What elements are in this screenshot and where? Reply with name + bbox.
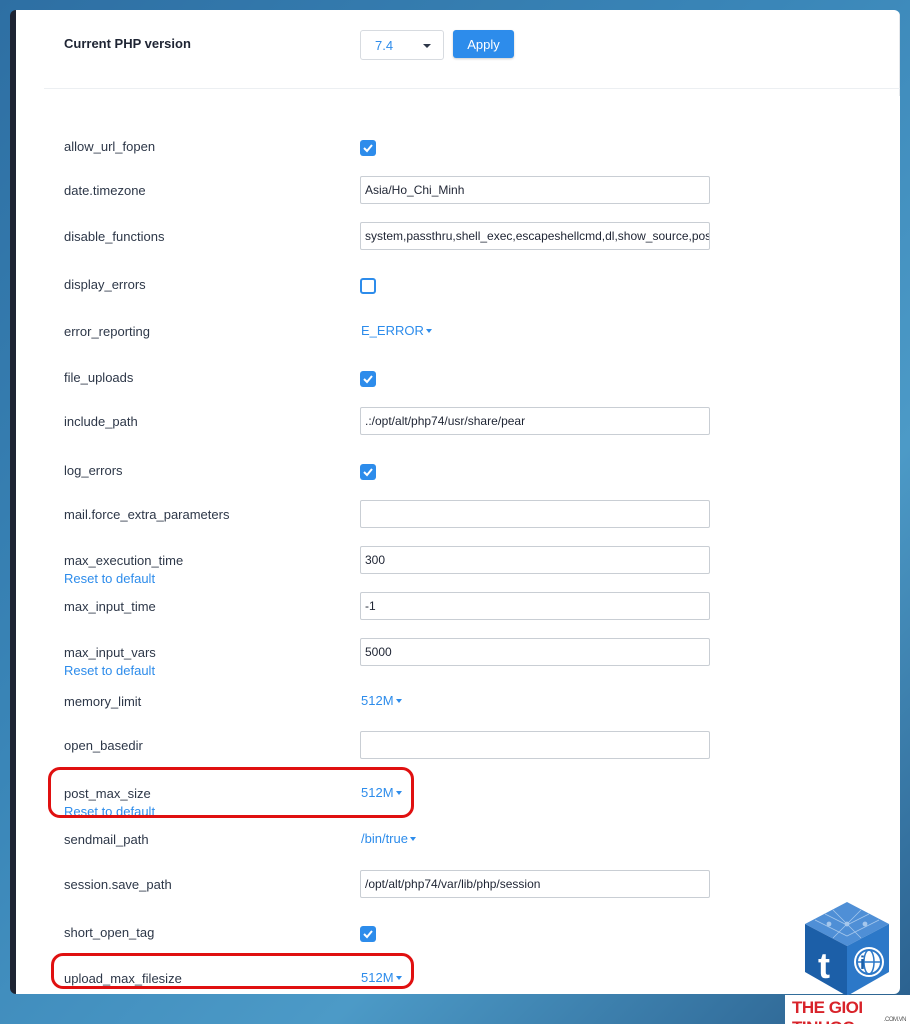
php-version-value: 7.4 (375, 38, 394, 53)
input-session-save-path[interactable]: /opt/alt/php74/var/lib/php/session (360, 870, 710, 898)
option-label-disable-functions: disable_functions (64, 229, 165, 244)
input-disable-functions[interactable]: system,passthru,shell_exec,escapeshellcm… (360, 222, 710, 250)
option-label-session-save-path: session.save_path (64, 877, 172, 892)
option-label-display-errors: display_errors (64, 277, 146, 292)
check-icon (363, 468, 373, 477)
reset-to-default-link[interactable]: Reset to default (64, 663, 155, 678)
option-label-open-basedir: open_basedir (64, 738, 143, 753)
php-version-select[interactable]: 7.4 (360, 30, 444, 60)
highlight-upload-max-filesize (51, 953, 414, 989)
php-selector-window: Current PHP version 7.4 Apply allow_url_… (10, 10, 900, 994)
option-label-memory-limit: memory_limit (64, 694, 142, 709)
svg-text:t: t (818, 945, 830, 986)
dropdown-value: 512M (361, 693, 394, 708)
checkbox-log-errors[interactable] (360, 464, 376, 480)
input-include-path[interactable]: .:/opt/alt/php74/usr/share/pear (360, 407, 710, 435)
current-php-version-label: Current PHP version (64, 36, 191, 51)
option-label-max-input-vars: max_input_vars (64, 645, 156, 660)
input-max-input-vars[interactable]: 5000 (360, 638, 710, 666)
option-label-mail-force-extra-parameters: mail.force_extra_parameters (64, 507, 230, 522)
caret-down-icon (395, 699, 402, 703)
dropdown-error-reporting[interactable]: E_ERROR (361, 323, 432, 338)
svg-text:i: i (860, 953, 865, 973)
option-label-file-uploads: file_uploads (64, 370, 134, 385)
option-label-include-path: include_path (64, 414, 138, 429)
option-label-error-reporting: error_reporting (64, 324, 150, 339)
option-label-max-input-time: max_input_time (64, 599, 156, 614)
cube-logo-icon: t i (805, 902, 889, 996)
chevron-down-icon (423, 44, 431, 48)
divider (44, 88, 900, 89)
dropdown-value: E_ERROR (361, 323, 424, 338)
checkbox-short-open-tag[interactable] (360, 926, 376, 942)
option-label-date-timezone: date.timezone (64, 183, 146, 198)
divider (899, 10, 900, 96)
option-label-sendmail-path: sendmail_path (64, 832, 149, 847)
checkbox-allow-url-fopen[interactable] (360, 140, 376, 156)
option-label-max-execution-time: max_execution_time (64, 553, 184, 568)
check-icon (363, 144, 373, 153)
dropdown-sendmail-path[interactable]: /bin/true (361, 831, 416, 846)
input-mail-force-extra-parameters[interactable] (360, 500, 710, 528)
check-icon (363, 375, 373, 384)
input-max-execution-time[interactable]: 300 (360, 546, 710, 574)
highlight-post-max-size (48, 767, 414, 818)
checkbox-file-uploads[interactable] (360, 371, 376, 387)
apply-button[interactable]: Apply (453, 30, 514, 58)
input-max-input-time[interactable]: -1 (360, 592, 710, 620)
option-label-allow-url-fopen: allow_url_fopen (64, 139, 156, 154)
checkbox-display-errors[interactable] (360, 278, 376, 294)
watermark-subtext: .COM.VN (883, 1017, 907, 1023)
caret-down-icon (425, 329, 432, 333)
option-label-log-errors: log_errors (64, 463, 123, 478)
reset-to-default-link[interactable]: Reset to default (64, 571, 155, 586)
input-open-basedir[interactable] (360, 731, 710, 759)
input-date-timezone[interactable]: Asia/Ho_Chi_Minh (360, 176, 710, 204)
dropdown-memory-limit[interactable]: 512M (361, 693, 402, 708)
check-icon (363, 930, 373, 939)
dropdown-value: /bin/true (361, 831, 408, 846)
watermark-logo: t i THE GIOI TINHOC .COM.VN (785, 898, 910, 1024)
php-version-header: Current PHP version 7.4 Apply (16, 10, 900, 96)
caret-down-icon (409, 837, 416, 841)
option-label-short-open-tag: short_open_tag (64, 925, 155, 940)
watermark-text: THE GIOI TINHOC .COM.VN (785, 995, 910, 1024)
